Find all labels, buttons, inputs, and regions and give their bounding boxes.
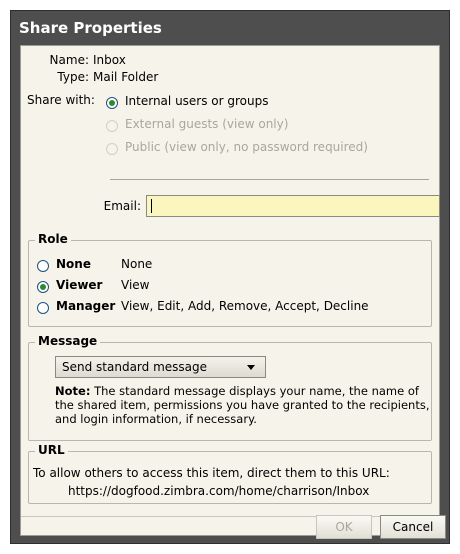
chevron-down-icon — [247, 365, 255, 370]
dialog-body: Name: Inbox Type: Mail Folder Share with… — [20, 45, 440, 536]
role-viewer-desc: View — [121, 278, 150, 292]
name-value: Inbox — [93, 53, 126, 67]
share-internal-radio[interactable] — [106, 97, 118, 109]
share-public-radio[interactable] — [106, 143, 118, 155]
name-label: Name: — [49, 53, 89, 67]
text-caret — [151, 199, 152, 213]
share-with-label: Share with: — [27, 93, 95, 107]
role-legend: Role — [35, 232, 71, 246]
role-viewer-name[interactable]: Viewer — [56, 278, 102, 292]
role-manager-desc: View, Edit, Add, Remove, Accept, Decline — [121, 299, 369, 313]
role-manager-radio[interactable] — [37, 302, 49, 314]
ok-button[interactable]: OK — [316, 515, 372, 539]
share-external-label[interactable]: External guests (view only) — [125, 117, 288, 131]
role-manager-name[interactable]: Manager — [56, 299, 115, 313]
message-note: Note: The standard message displays your… — [55, 384, 441, 426]
type-value: Mail Folder — [93, 70, 159, 84]
share-public-label[interactable]: Public (view only, no password required) — [125, 140, 368, 154]
note-label: Note: — [55, 384, 91, 398]
share-properties-dialog: Share Properties Name: Inbox Type: Mail … — [10, 10, 450, 544]
email-input[interactable] — [146, 195, 440, 217]
dialog-title: Share Properties — [19, 19, 162, 37]
role-none-radio[interactable] — [37, 260, 49, 272]
share-url[interactable]: https://dogfood.zimbra.com/home/charriso… — [68, 484, 369, 498]
message-type-select[interactable]: Send standard message — [55, 356, 266, 378]
footer-divider — [21, 516, 439, 517]
share-external-radio[interactable] — [106, 120, 118, 132]
role-fieldset: Role None None Viewer View Manager View,… — [28, 232, 432, 327]
divider — [110, 179, 429, 180]
role-none-name[interactable]: None — [56, 257, 91, 271]
note-text: The standard message displays your name,… — [55, 384, 430, 426]
url-description: To allow others to access this item, dir… — [33, 466, 390, 480]
cancel-button[interactable]: Cancel — [380, 515, 446, 539]
type-label: Type: — [57, 70, 89, 84]
role-viewer-radio[interactable] — [37, 281, 49, 293]
message-legend: Message — [35, 334, 101, 348]
email-label: Email: — [103, 199, 141, 213]
role-none-desc: None — [121, 257, 153, 271]
url-legend: URL — [35, 443, 68, 457]
share-internal-label[interactable]: Internal users or groups — [125, 94, 269, 108]
message-type-value: Send standard message — [62, 360, 208, 374]
